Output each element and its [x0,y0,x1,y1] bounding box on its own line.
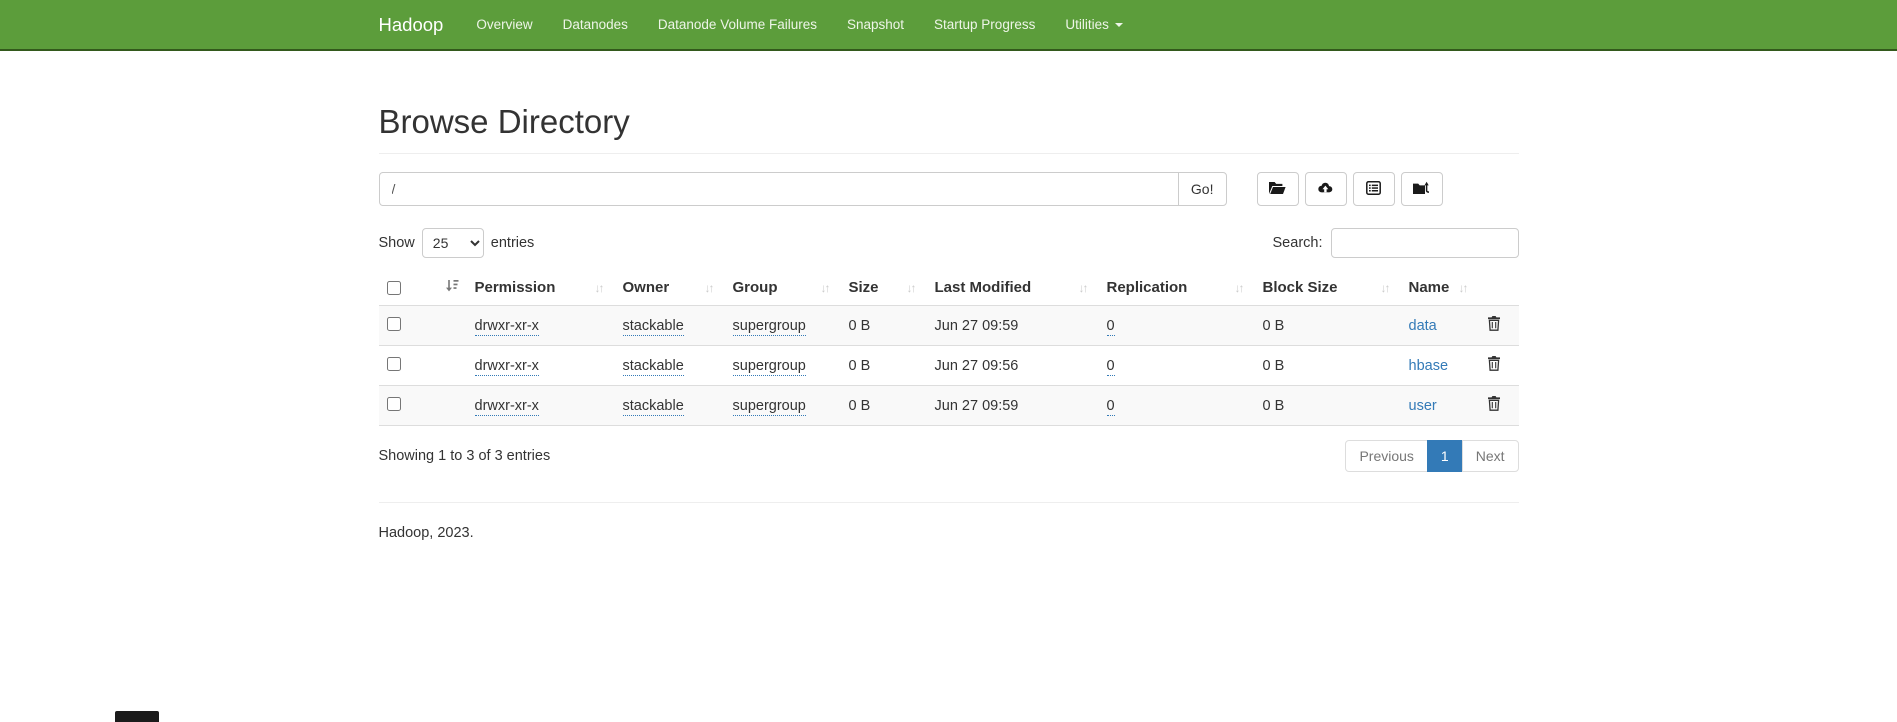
nav-datanode-volume-failures[interactable]: Datanode Volume Failures [643,0,832,49]
nav-snapshot[interactable]: Snapshot [832,0,919,49]
page-size-select[interactable]: 25 [422,228,484,258]
path-bar: Go! [379,172,1519,206]
table-row: drwxr-xr-x stackable supergroup 0 B Jun … [379,346,1519,386]
last-modified-cell: Jun 27 09:59 [935,318,1019,334]
folder-open-icon [1269,181,1286,198]
browse-directory-page: Hadoop Overview Datanodes Datanode Volum… [0,0,1897,722]
pagination-previous[interactable]: Previous [1345,440,1427,472]
site-footer: Hadoop, 2023. [379,525,1519,541]
header-select[interactable] [379,270,467,306]
cloud-upload-icon [1317,181,1334,198]
last-modified-cell: Jun 27 09:59 [935,398,1019,414]
sort-asc-icon [445,279,459,296]
replication-cell[interactable]: 0 [1107,358,1115,376]
sort-icon: ↓↑ [907,281,919,295]
directory-link[interactable]: hbase [1409,358,1449,374]
folder-move-icon [1413,181,1430,198]
entries-info: Showing 1 to 3 of 3 entries [379,448,551,464]
row-checkbox[interactable] [387,317,401,331]
permission-cell[interactable]: drwxr-xr-x [475,398,539,416]
upload-files-button[interactable] [1305,172,1347,206]
header-block-size[interactable]: Block Size↓↑ [1255,270,1401,306]
divider [379,502,1519,503]
replication-cell[interactable]: 0 [1107,398,1115,416]
go-button[interactable]: Go! [1178,172,1227,206]
size-cell: 0 B [849,318,871,334]
header-replication[interactable]: Replication↓↑ [1099,270,1255,306]
header-last-modified[interactable]: Last Modified↓↑ [927,270,1099,306]
size-cell: 0 B [849,398,871,414]
trash-icon [1487,319,1501,334]
row-checkbox[interactable] [387,397,401,411]
select-all-checkbox[interactable] [387,281,401,295]
sort-icon: ↓↑ [705,281,717,295]
nav-startup-progress[interactable]: Startup Progress [919,0,1050,49]
trash-icon [1487,359,1501,374]
block-size-cell: 0 B [1263,398,1285,414]
list-alt-icon [1366,181,1381,198]
size-cell: 0 B [849,358,871,374]
delete-button[interactable] [1487,316,1501,334]
sort-icon: ↓↑ [821,281,833,295]
brand-hadoop[interactable]: Hadoop [379,14,462,36]
search-label: Search: [1273,235,1323,251]
block-size-cell: 0 B [1263,318,1285,334]
navbar: Hadoop Overview Datanodes Datanode Volum… [0,0,1897,51]
group-cell[interactable]: supergroup [733,358,806,376]
search-input[interactable] [1331,228,1519,258]
group-cell[interactable]: supergroup [733,318,806,336]
permission-cell[interactable]: drwxr-xr-x [475,358,539,376]
header-name[interactable]: Name↓↑ [1401,270,1479,306]
delete-button[interactable] [1487,396,1501,414]
nav-overview[interactable]: Overview [461,0,547,49]
row-checkbox[interactable] [387,357,401,371]
nav-datanodes[interactable]: Datanodes [548,0,643,49]
page-header: Browse Directory [379,103,1519,154]
sort-icon: ↓↑ [1079,281,1091,295]
last-modified-cell: Jun 27 09:56 [935,358,1019,374]
table-header-row: Permission↓↑ Owner↓↑ Group↓↑ Size↓↑ Last… [379,270,1519,306]
create-directory-button[interactable] [1257,172,1299,206]
table-row: drwxr-xr-x stackable supergroup 0 B Jun … [379,306,1519,346]
page-title: Browse Directory [379,103,1519,141]
nav-utilities-dropdown[interactable]: Utilities [1050,0,1138,49]
owner-cell[interactable]: stackable [623,398,684,416]
show-label: Show [379,235,415,251]
delete-button[interactable] [1487,356,1501,374]
sort-icon: ↓↑ [1459,281,1471,295]
pagination-next[interactable]: Next [1462,440,1519,472]
directory-path-input[interactable] [379,172,1179,206]
header-size[interactable]: Size↓↑ [841,270,927,306]
table-row: drwxr-xr-x stackable supergroup 0 B Jun … [379,386,1519,426]
sort-icon: ↓↑ [1381,281,1393,295]
entries-label: entries [491,235,535,251]
table-controls: Show 25 entries Search: [379,228,1519,258]
pagination-page-1[interactable]: 1 [1427,440,1463,472]
header-owner[interactable]: Owner↓↑ [615,270,725,306]
cut-and-paste-button[interactable] [1353,172,1395,206]
replication-cell[interactable]: 0 [1107,318,1115,336]
caret-down-icon [1115,23,1123,27]
header-permission[interactable]: Permission↓↑ [467,270,615,306]
directory-link[interactable]: data [1409,318,1437,334]
table-footer: Showing 1 to 3 of 3 entries Previous 1 N… [379,440,1519,472]
block-size-cell: 0 B [1263,358,1285,374]
owner-cell[interactable]: stackable [623,358,684,376]
owner-cell[interactable]: stackable [623,318,684,336]
pagination: Previous 1 Next [1346,440,1518,472]
directory-table: Permission↓↑ Owner↓↑ Group↓↑ Size↓↑ Last… [379,270,1519,426]
screen-artifact [115,711,159,722]
move-button[interactable] [1401,172,1443,206]
trash-icon [1487,399,1501,414]
header-group[interactable]: Group↓↑ [725,270,841,306]
header-delete [1479,270,1519,306]
sort-icon: ↓↑ [595,281,607,295]
group-cell[interactable]: supergroup [733,398,806,416]
directory-link[interactable]: user [1409,398,1437,414]
permission-cell[interactable]: drwxr-xr-x [475,318,539,336]
sort-icon: ↓↑ [1235,281,1247,295]
